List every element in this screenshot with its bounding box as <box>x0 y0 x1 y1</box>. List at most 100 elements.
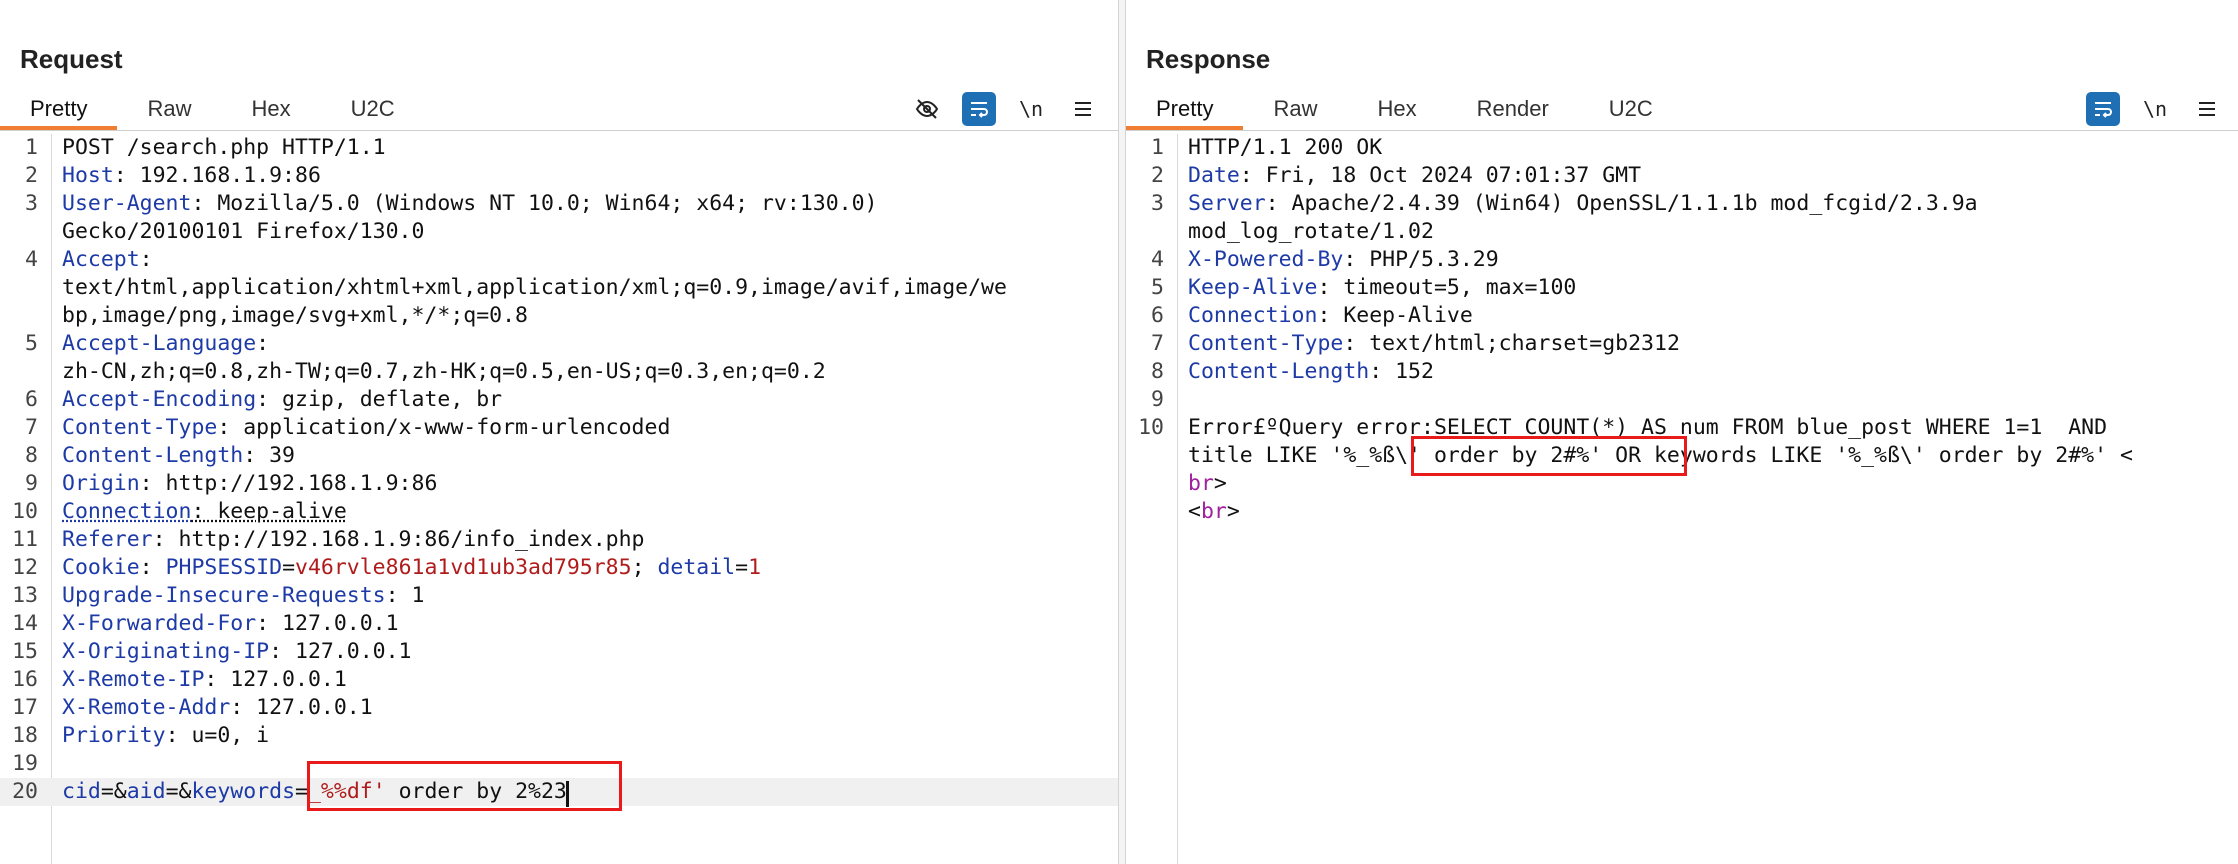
header-name: Referer <box>62 527 153 552</box>
text-segment: = <box>282 555 296 580</box>
code-line: 1 HTTP/1.1 200 OK <box>1126 134 2238 162</box>
line-text: X-Remote-Addr: 127.0.0.1 <box>62 694 373 722</box>
pane-divider[interactable] <box>1118 0 1126 864</box>
line-number: 5 <box>25 331 38 356</box>
header-name: Keep-Alive <box>1188 275 1318 300</box>
text-segment: Error£ºQuery error:SELECT COUNT(*) AS nu… <box>1188 415 2108 440</box>
code-line: 2 Date: Fri, 18 Oct 2024 07:01:37 GMT <box>1126 162 2238 190</box>
line-text: Content-Length: 39 <box>62 442 295 470</box>
code-line: 6 Connection: Keep-Alive <box>1126 302 2238 330</box>
line-text: Cookie: PHPSESSID=v46rvle861a1vd1ub3ad79… <box>62 554 761 582</box>
response-tab-hex[interactable]: Hex <box>1347 88 1446 130</box>
text-segment: HTTP/1.1 200 OK <box>1188 135 1383 160</box>
word-wrap-icon <box>971 102 988 118</box>
response-tab-raw[interactable]: Raw <box>1243 88 1347 130</box>
text-segment: : Apache/2.4.39 (Win64) OpenSSL/1.1.1b m… <box>1265 191 1978 216</box>
header-name: Cookie <box>62 555 140 580</box>
text-segment: < <box>1188 499 1201 524</box>
text-segment: order by 2%23 <box>385 779 567 804</box>
param-name: aid <box>126 779 166 804</box>
newline-toggle-button[interactable]: \n <box>1014 92 1048 126</box>
line-text: X-Originating-IP: 127.0.0.1 <box>62 638 412 666</box>
text-segment: text/html,application/xhtml+xml,applicat… <box>62 275 1007 300</box>
line-text: POST /search.php HTTP/1.1 <box>62 134 386 162</box>
header-name: Content-Type <box>62 415 218 440</box>
text-segment: > <box>1213 471 1227 496</box>
line-text: User-Agent: Mozilla/5.0 (Windows NT 10.0… <box>62 190 878 218</box>
line-text: Content-Type: application/x-www-form-url… <box>62 414 670 442</box>
text-segment: POST /search.php HTTP/1.1 <box>62 135 386 160</box>
line-text: X-Remote-IP: 127.0.0.1 <box>62 666 347 694</box>
line-number: 1 <box>1151 135 1164 160</box>
text-segment: title LIKE '%_%ß\' order by 2#%' OR keyw… <box>1188 443 2133 468</box>
response-tab-render[interactable]: Render <box>1447 88 1579 130</box>
line-number: 12 <box>12 555 38 580</box>
line-text: X-Powered-By: PHP/5.3.29 <box>1188 246 1499 274</box>
line-text: Keep-Alive: timeout=5, max=100 <box>1188 274 1576 302</box>
text-segment: Gecko/20100101 Firefox/130.0 <box>62 219 425 244</box>
text-segment: : 39 <box>243 443 295 468</box>
text-segment: : Keep-Alive <box>1317 303 1473 328</box>
text-segment: : u=0, i <box>165 723 270 748</box>
line-text: Referer: http://192.168.1.9:86/info_inde… <box>62 526 645 554</box>
line-number: 13 <box>12 583 38 608</box>
header-name: Accept <box>62 247 140 272</box>
text-segment: zh-CN,zh;q=0.8,zh-TW;q=0.7,zh-HK;q=0.5,e… <box>62 359 826 384</box>
code-line: 9 <box>1126 386 2238 414</box>
request-editor[interactable]: 1 POST /search.php HTTP/1.1 2 Host: 192.168… <box>0 134 1118 864</box>
code-line: <br> <box>1126 498 2238 526</box>
line-number: 16 <box>12 667 38 692</box>
line-number: 9 <box>1151 387 1164 412</box>
eye-slash-icon <box>915 99 939 119</box>
code-line: 5 Accept-Language: <box>0 330 1118 358</box>
line-number: 14 <box>12 611 38 636</box>
request-tab-hex[interactable]: Hex <box>221 88 320 130</box>
line-text: Accept: <box>62 246 153 274</box>
line-number: 4 <box>1151 247 1164 272</box>
code-line: 15 X-Originating-IP: 127.0.0.1 <box>0 638 1118 666</box>
word-wrap-button[interactable] <box>962 92 996 126</box>
menu-button[interactable] <box>1066 92 1100 126</box>
word-wrap-icon <box>2095 102 2112 118</box>
code-line: 16 X-Remote-IP: 127.0.0.1 <box>0 666 1118 694</box>
code-line: 12 Cookie: PHPSESSID=v46rvle861a1vd1ub3ad… <box>0 554 1118 582</box>
code-line: 9 Origin: http://192.168.1.9:86 <box>0 470 1118 498</box>
text-segment: : keep-alive <box>191 499 347 524</box>
line-text: Server: Apache/2.4.39 (Win64) OpenSSL/1.… <box>1188 190 1978 218</box>
text-segment: = <box>735 555 749 580</box>
hide-button[interactable] <box>910 92 944 126</box>
code-line: zh-CN,zh;q=0.8,zh-TW;q=0.7,zh-HK;q=0.5,e… <box>0 358 1118 386</box>
line-number: 11 <box>12 527 38 552</box>
request-tab-raw[interactable]: Raw <box>117 88 221 130</box>
code-line: 10 Connection: keep-alive <box>0 498 1118 526</box>
line-text: mod_log_rotate/1.02 <box>1188 218 1434 246</box>
code-line: 18 Priority: u=0, i <box>0 722 1118 750</box>
line-number: 3 <box>25 191 38 216</box>
text-segment: ; <box>631 555 658 580</box>
code-line: 3 Server: Apache/2.4.39 (Win64) OpenSSL/1… <box>1126 190 2238 218</box>
menu-button[interactable] <box>2190 92 2224 126</box>
line-number: 15 <box>12 639 38 664</box>
text-segment: : 127.0.0.1 <box>256 611 399 636</box>
newline-label: \n <box>2142 97 2168 121</box>
request-tab-u2c[interactable]: U2C <box>321 88 425 130</box>
response-editor[interactable]: 1 HTTP/1.1 200 OK 2 Date: Fri, 18 Oct 2024 … <box>1126 134 2238 864</box>
text-segment: : <box>139 247 153 272</box>
param-name: cid <box>62 779 101 804</box>
code-line: 14 X-Forwarded-For: 127.0.0.1 <box>0 610 1118 638</box>
request-tab-pretty[interactable]: Pretty <box>0 88 118 130</box>
word-wrap-button[interactable] <box>2086 92 2120 126</box>
code-line: title LIKE '%_%ß\' order by 2#%' OR keyw… <box>1126 442 2238 470</box>
response-tab-pretty[interactable]: Pretty <box>1126 88 1244 130</box>
request-tabs-rule <box>0 130 1118 131</box>
text-segment: bp,image/png,image/svg+xml,*/*;q=0.8 <box>62 303 528 328</box>
line-number: 6 <box>25 387 38 412</box>
line-text: br> <box>1188 470 1227 498</box>
line-text: bp,image/png,image/svg+xml,*/*;q=0.8 <box>62 302 528 330</box>
response-tabs: Pretty Raw Hex Render U2C <box>1126 88 1683 130</box>
text-segment: =& <box>100 779 127 804</box>
line-number: 10 <box>1138 415 1164 440</box>
code-line: Gecko/20100101 Firefox/130.0 <box>0 218 1118 246</box>
newline-toggle-button[interactable]: \n <box>2138 92 2172 126</box>
response-tab-u2c[interactable]: U2C <box>1579 88 1683 130</box>
